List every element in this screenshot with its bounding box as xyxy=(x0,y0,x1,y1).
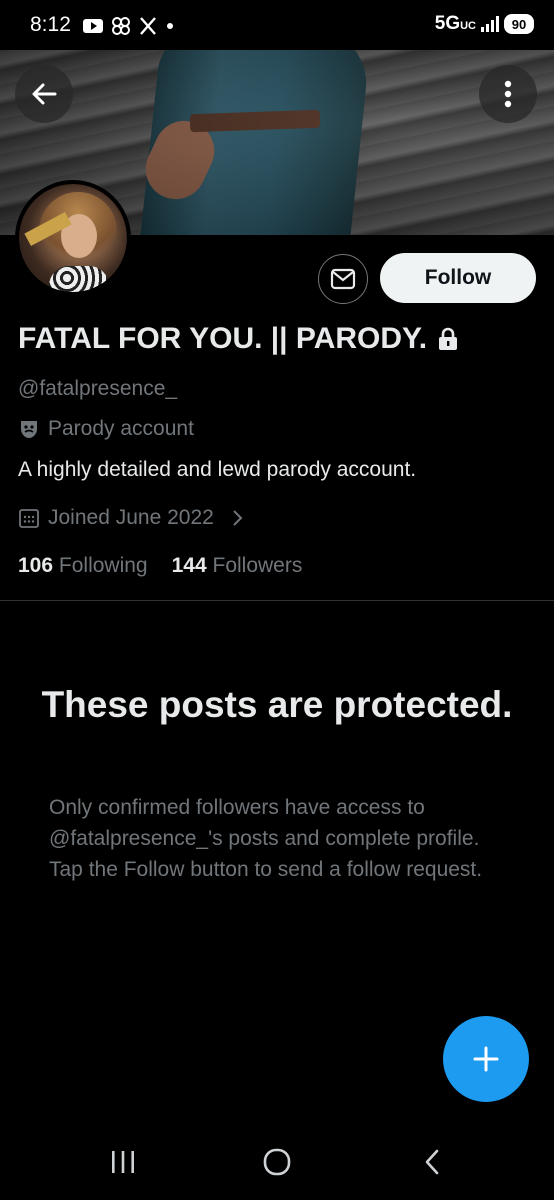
divider xyxy=(0,600,554,601)
status-bar: 8:12 5GUC 90 xyxy=(0,0,554,50)
nav-home-button[interactable] xyxy=(247,1140,307,1184)
youtube-icon xyxy=(83,19,103,33)
back-icon xyxy=(425,1149,439,1175)
compose-fab-button[interactable] xyxy=(443,1016,529,1102)
protected-title: These posts are protected. xyxy=(41,684,513,725)
avatar-photo-top xyxy=(49,266,109,292)
system-status: 5GUC 90 xyxy=(435,13,534,35)
dot-icon xyxy=(167,23,173,29)
parody-label: Parody account xyxy=(48,417,194,440)
joined-date-row[interactable]: Joined June 2022 xyxy=(18,506,246,530)
protected-description: Only confirmed followers have access to … xyxy=(49,796,483,881)
arrow-left-icon xyxy=(32,83,57,105)
message-button[interactable] xyxy=(318,254,368,304)
follow-button[interactable]: Follow xyxy=(380,253,536,303)
home-icon xyxy=(263,1148,291,1176)
theater-masks-icon xyxy=(21,421,37,438)
nav-back-button[interactable] xyxy=(402,1140,462,1184)
following-stat[interactable]: 106 Following xyxy=(18,554,148,578)
more-vertical-icon xyxy=(504,80,512,108)
follow-stats: 106 Following 144 Followers xyxy=(18,554,302,578)
followers-count: 144 xyxy=(171,554,207,577)
back-button[interactable] xyxy=(15,65,73,123)
following-count: 106 xyxy=(18,554,54,577)
profile-bio: A highly detailed and lewd parody accoun… xyxy=(18,458,417,481)
battery-indicator: 90 xyxy=(504,14,534,34)
nav-recents-button[interactable] xyxy=(93,1140,153,1184)
profile-handle: @fatalpresence_ xyxy=(18,377,178,400)
more-options-button[interactable] xyxy=(479,65,537,123)
following-label: Following xyxy=(58,554,148,577)
followers-label: Followers xyxy=(212,554,303,577)
profile-page: 8:12 5GUC 90 Follow FATAL FOR YOU. || PA… xyxy=(0,0,554,1200)
x-icon xyxy=(140,17,156,35)
display-name: FATAL FOR YOU. || PARODY. xyxy=(18,322,459,356)
joined-date: Joined June 2022 xyxy=(48,506,214,529)
notification-icons xyxy=(82,15,176,37)
chevron-right-icon xyxy=(233,510,243,526)
network-indicator: 5GUC xyxy=(434,13,476,34)
calendar-icon xyxy=(19,509,39,528)
parody-label-row: Parody account xyxy=(18,417,194,441)
status-time: 8:12 xyxy=(30,13,71,36)
display-name-text: FATAL FOR YOU. || PARODY. xyxy=(18,322,428,355)
signal-icon xyxy=(481,16,499,32)
avatar[interactable] xyxy=(15,180,131,296)
lock-icon xyxy=(439,327,458,350)
pinwheel-icon xyxy=(112,17,130,35)
plus-icon xyxy=(473,1046,499,1072)
recents-icon xyxy=(112,1151,134,1173)
envelope-icon xyxy=(330,268,356,290)
followers-stat[interactable]: 144 Followers xyxy=(172,554,303,578)
